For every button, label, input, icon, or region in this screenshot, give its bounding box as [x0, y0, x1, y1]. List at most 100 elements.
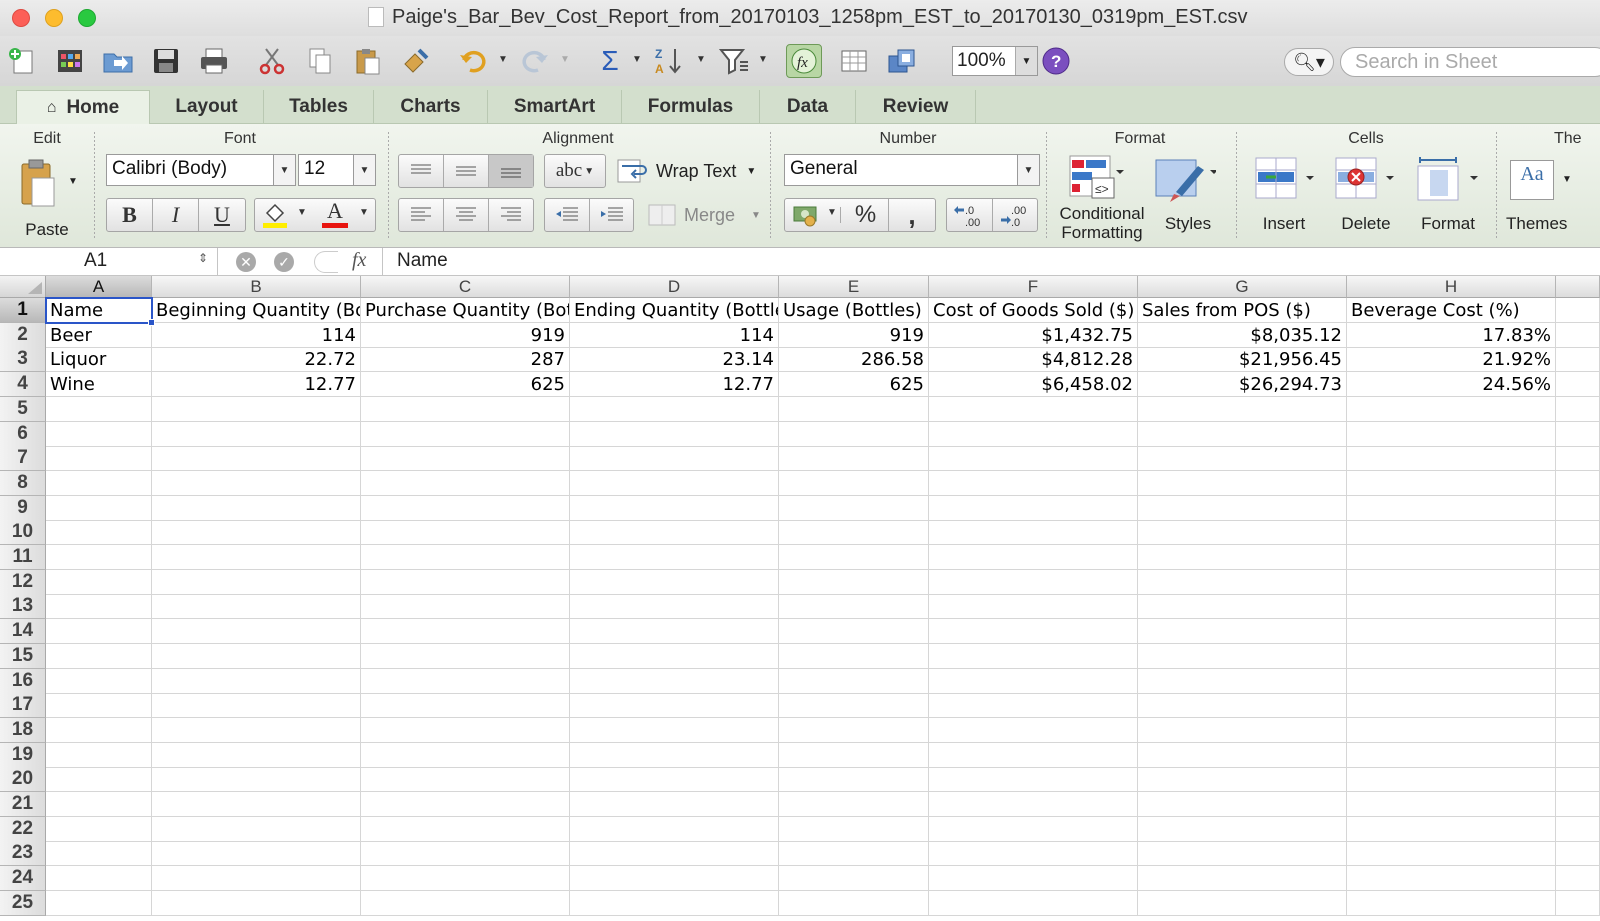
empty-cell[interactable] — [929, 446, 1138, 472]
empty-cell[interactable] — [361, 841, 570, 867]
empty-cell[interactable] — [361, 643, 570, 669]
empty-cell[interactable] — [1347, 520, 1556, 546]
select-all-corner[interactable] — [0, 276, 46, 298]
empty-cell[interactable] — [361, 717, 570, 743]
empty-cell[interactable] — [570, 594, 779, 620]
empty-cell[interactable] — [929, 816, 1138, 842]
tab-home[interactable]: ⌂ Home — [16, 90, 150, 124]
column-header-c[interactable]: C — [361, 276, 570, 298]
data-cell[interactable]: 625 — [361, 372, 570, 398]
row-header[interactable]: 20 — [0, 767, 46, 793]
empty-cell[interactable] — [779, 742, 929, 768]
empty-cell[interactable] — [1556, 643, 1600, 669]
align-middle-icon[interactable] — [444, 155, 489, 187]
empty-cell[interactable] — [929, 866, 1138, 892]
empty-cell[interactable] — [1556, 668, 1600, 694]
zoom-field[interactable]: 100% ▼ — [952, 46, 1038, 76]
empty-cell[interactable] — [1556, 545, 1600, 570]
data-cell[interactable]: 287 — [361, 347, 570, 373]
header-cell[interactable]: Beginning Quantity (Bottl — [152, 298, 361, 323]
empty-cell[interactable] — [152, 643, 361, 669]
data-cell[interactable]: 23.14 — [570, 347, 779, 373]
header-cell[interactable]: Purchase Quantity (Bottle — [361, 298, 570, 323]
empty-cell[interactable] — [570, 717, 779, 743]
empty-cell[interactable] — [152, 470, 361, 496]
empty-cell[interactable] — [152, 890, 361, 916]
empty-cell[interactable] — [570, 619, 779, 645]
empty-cell[interactable] — [152, 668, 361, 694]
empty-cell[interactable] — [929, 792, 1138, 817]
empty-cell[interactable] — [1347, 421, 1556, 447]
themes-button[interactable]: Aa ▼ Themes — [1506, 152, 1600, 244]
empty-cell[interactable] — [46, 421, 152, 447]
zoom-window-icon[interactable] — [78, 9, 96, 27]
empty-cell[interactable] — [1556, 866, 1600, 892]
empty-cell[interactable] — [152, 816, 361, 842]
empty-cell[interactable] — [779, 668, 929, 694]
data-cell[interactable]: $26,294.73 — [1138, 372, 1347, 398]
row-header[interactable]: 6 — [0, 421, 46, 447]
empty-cell[interactable] — [1138, 446, 1347, 472]
empty-cell[interactable] — [1138, 495, 1347, 521]
data-cell[interactable]: 114 — [152, 322, 361, 348]
empty-cell[interactable] — [779, 594, 929, 620]
empty-cell[interactable] — [570, 668, 779, 694]
increase-indent-icon[interactable] — [590, 199, 634, 231]
cut-icon[interactable] — [254, 44, 290, 78]
open-icon[interactable] — [100, 44, 136, 78]
empty-cell[interactable] — [779, 520, 929, 546]
empty-cell[interactable] — [570, 495, 779, 521]
copy-icon[interactable] — [302, 44, 338, 78]
wrap-text-button[interactable]: Wrap Text ▼ — [616, 156, 766, 186]
empty-cell[interactable] — [779, 767, 929, 793]
empty-cell[interactable] — [46, 742, 152, 768]
align-bottom-icon[interactable] — [489, 155, 533, 187]
row-header[interactable]: 19 — [0, 742, 46, 768]
paste-dropdown-icon[interactable]: ▼ — [68, 176, 78, 187]
empty-cell[interactable] — [570, 446, 779, 472]
empty-cell[interactable] — [152, 520, 361, 546]
empty-cell[interactable] — [1347, 643, 1556, 669]
filter-dropdown-icon[interactable]: ▼ — [758, 54, 768, 65]
empty-cell[interactable] — [1138, 520, 1347, 546]
close-window-icon[interactable] — [12, 9, 30, 27]
paste-button[interactable]: ▼ Paste — [14, 158, 84, 242]
align-top-icon[interactable] — [399, 155, 444, 187]
row-header[interactable]: 2 — [0, 322, 46, 348]
font-size-select[interactable]: 12 ▼ — [298, 154, 376, 186]
empty-cell[interactable] — [1138, 841, 1347, 867]
empty-cell[interactable] — [1347, 767, 1556, 793]
empty-cell[interactable] — [779, 841, 929, 867]
empty-cell[interactable] — [929, 594, 1138, 620]
empty-cell[interactable] — [1138, 421, 1347, 447]
empty-cell[interactable] — [361, 668, 570, 694]
show-gallery-icon[interactable] — [836, 44, 872, 78]
themes-dropdown-icon[interactable]: ▼ — [1562, 174, 1572, 185]
column-header-f[interactable]: F — [929, 276, 1138, 298]
gallery-icon[interactable] — [52, 44, 88, 78]
row-header[interactable]: 25 — [0, 890, 46, 916]
empty-cell[interactable] — [779, 792, 929, 817]
empty-cell[interactable] — [779, 866, 929, 892]
empty-cell[interactable] — [779, 396, 929, 422]
empty-cell[interactable] — [152, 619, 361, 645]
empty-cell[interactable] — [46, 841, 152, 867]
fill-handle[interactable] — [148, 318, 155, 326]
empty-cell[interactable] — [361, 545, 570, 570]
empty-cell[interactable] — [152, 446, 361, 472]
data-cell[interactable]: $6,458.02 — [929, 372, 1138, 398]
decrease-decimal-icon[interactable]: .00.0 — [993, 199, 1039, 231]
empty-cell[interactable] — [779, 421, 929, 447]
row-header[interactable]: 22 — [0, 816, 46, 842]
empty-cell[interactable] — [1556, 594, 1600, 620]
empty-cell[interactable] — [779, 643, 929, 669]
empty-cell[interactable] — [570, 792, 779, 817]
data-cell[interactable]: 12.77 — [570, 372, 779, 398]
print-icon[interactable] — [196, 44, 232, 78]
empty-cell[interactable] — [929, 495, 1138, 521]
empty-cell[interactable] — [361, 520, 570, 546]
search-input[interactable]: Search in Sheet — [1340, 47, 1600, 77]
empty-cell[interactable] — [1138, 668, 1347, 694]
align-right-icon[interactable] — [489, 199, 533, 231]
empty-cell[interactable] — [929, 717, 1138, 743]
